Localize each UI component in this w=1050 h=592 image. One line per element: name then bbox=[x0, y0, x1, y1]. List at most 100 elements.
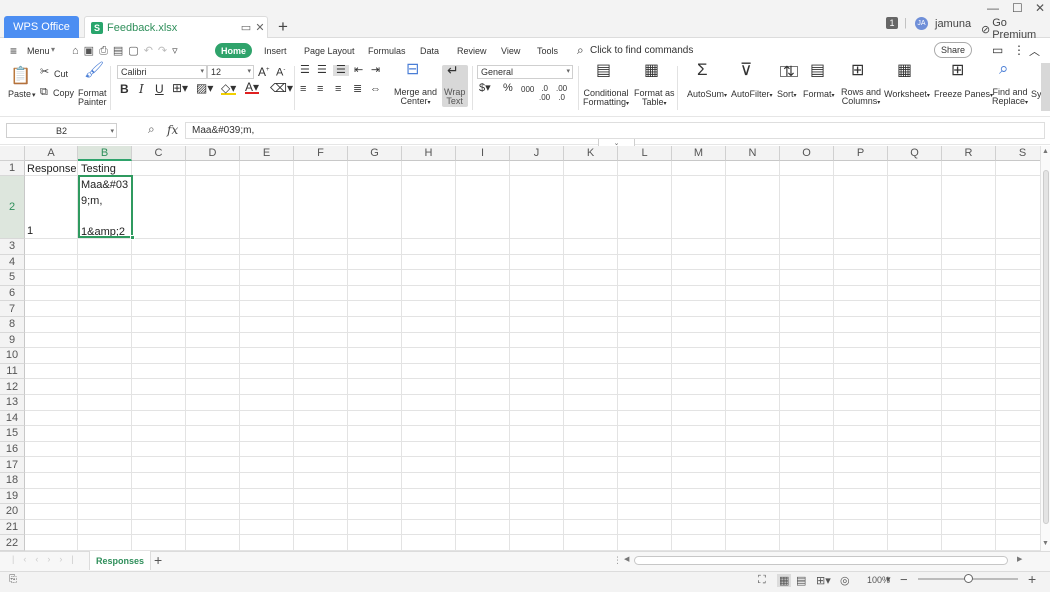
close-window-icon[interactable]: ✕ bbox=[1035, 1, 1045, 15]
open-folder-icon[interactable]: ⌂ bbox=[72, 45, 84, 57]
column-header-f[interactable]: F bbox=[294, 146, 348, 161]
increase-decimal-icon[interactable]: .0.00 bbox=[539, 84, 550, 102]
add-sheet-button[interactable]: + bbox=[154, 552, 162, 568]
column-header-l[interactable]: L bbox=[618, 146, 672, 161]
select-all-corner[interactable] bbox=[0, 146, 25, 161]
row-header-16[interactable]: 16 bbox=[0, 441, 25, 458]
quick-access-toolbar[interactable]: ⌂▣⎙▤▢↶↷▿ bbox=[72, 44, 183, 58]
sort-button[interactable]: Sort▾ bbox=[777, 90, 797, 101]
share-button[interactable]: Share bbox=[934, 42, 972, 58]
increase-indent-icon[interactable]: ⇥ bbox=[371, 65, 380, 76]
page-break-view-icon[interactable]: ▤ bbox=[796, 574, 806, 587]
column-header-o[interactable]: O bbox=[780, 146, 834, 161]
column-header-b[interactable]: B bbox=[78, 146, 132, 161]
new-tab-button[interactable]: + bbox=[278, 17, 288, 37]
sigma-icon[interactable]: Σ bbox=[697, 61, 708, 78]
column-header-a[interactable]: A bbox=[25, 146, 78, 161]
wps-office-tab[interactable]: WPS Office bbox=[4, 16, 79, 38]
document-tab[interactable]: S Feedback.xlsx ▭ ✕ bbox=[84, 16, 268, 38]
vertical-scroll-thumb[interactable] bbox=[1043, 170, 1049, 524]
format-button[interactable]: Format▾ bbox=[803, 90, 835, 101]
align-right-icon[interactable]: ≡ bbox=[335, 84, 341, 95]
row-header-14[interactable]: 14 bbox=[0, 410, 25, 427]
align-bottom-icon[interactable]: ☰ bbox=[333, 65, 349, 76]
decrease-indent-icon[interactable]: ⇤ bbox=[354, 65, 363, 76]
tab-data[interactable]: Data bbox=[420, 46, 439, 56]
row-header-2[interactable]: 2 bbox=[0, 176, 25, 239]
paste-dropdown-icon[interactable]: ▾ bbox=[32, 91, 36, 100]
row-header-5[interactable]: 5 bbox=[0, 270, 25, 286]
monitor-icon[interactable]: ▭ bbox=[239, 21, 253, 34]
scroll-up-icon[interactable]: ▲ bbox=[1042, 148, 1049, 155]
bold-icon[interactable]: B bbox=[120, 83, 129, 95]
comment-icon[interactable]: ▭ bbox=[992, 43, 1003, 57]
align-top-icon[interactable]: ☰ bbox=[300, 65, 310, 76]
print-icon[interactable]: ▤ bbox=[113, 45, 128, 57]
font-name-select[interactable]: Calibri ▾ bbox=[117, 65, 207, 79]
prev-sheet-icon[interactable]: ‹ bbox=[35, 554, 47, 564]
format-as-table-button[interactable]: Format as Table▾ bbox=[634, 89, 675, 109]
column-header-r[interactable]: R bbox=[942, 146, 996, 161]
row-header-3[interactable]: 3 bbox=[0, 239, 25, 255]
tab-view[interactable]: View bbox=[501, 46, 520, 56]
scroll-right-icon[interactable]: ▶ bbox=[1017, 555, 1022, 563]
filter-icon[interactable]: ⊽ bbox=[740, 61, 752, 78]
row-header-20[interactable]: 20 bbox=[0, 504, 25, 520]
spreadsheet-grid[interactable]: ABCDEFGHIJKLMNOPQRS 1 2 3 4 5 6 7 8 9 10 11 12 13 14 1… bbox=[0, 146, 1040, 551]
row-header-6[interactable]: 6 bbox=[0, 285, 25, 302]
customize-icon[interactable]: ▿ bbox=[172, 45, 183, 57]
sheet-tab-responses[interactable]: Responses bbox=[89, 551, 151, 570]
currency-icon[interactable]: $▾ bbox=[479, 83, 491, 94]
row-header-15[interactable]: 15 bbox=[0, 426, 25, 442]
column-header-m[interactable]: M bbox=[672, 146, 726, 161]
horizontal-scrollbar[interactable] bbox=[634, 556, 1008, 565]
row-header-13[interactable]: 13 bbox=[0, 395, 25, 411]
save-icon[interactable]: ▣ bbox=[84, 45, 99, 57]
number-format-select[interactable]: General ▾ bbox=[477, 65, 573, 79]
italic-icon[interactable]: I bbox=[139, 83, 144, 95]
find-icon[interactable]: ⌕ bbox=[999, 60, 1009, 77]
format-painter-button[interactable]: Format Painter bbox=[78, 89, 107, 107]
tab-formulas[interactable]: Formulas bbox=[368, 46, 406, 56]
zoom-out-icon[interactable]: − bbox=[900, 572, 908, 587]
worksheet-button[interactable]: Worksheet▾ bbox=[884, 90, 930, 101]
scissors-icon[interactable]: ✂ bbox=[40, 67, 49, 78]
paste-icon[interactable]: 📋 bbox=[10, 66, 31, 86]
row-header-18[interactable]: 18 bbox=[0, 473, 25, 489]
decrease-decimal-icon[interactable]: .00.0 bbox=[556, 84, 567, 102]
minimize-icon[interactable]: — bbox=[987, 1, 999, 15]
fx-icon[interactable]: fx bbox=[167, 123, 178, 137]
thousands-separator-icon[interactable]: 000 bbox=[521, 85, 534, 94]
scroll-down-icon[interactable]: ▼ bbox=[1042, 540, 1049, 547]
zoom-dropdown-icon[interactable]: ▾ bbox=[886, 574, 891, 585]
merge-center-button[interactable]: Merge and Center▾ bbox=[394, 88, 437, 108]
macro-icon[interactable]: ⎘ bbox=[9, 574, 17, 585]
find-replace-button[interactable]: Find and Replace▾ bbox=[992, 88, 1028, 108]
menu-button[interactable]: Menu bbox=[27, 46, 50, 56]
column-header-p[interactable]: P bbox=[834, 146, 888, 161]
copy-icon[interactable]: ⧉ bbox=[40, 87, 48, 98]
row-header-11[interactable]: 11 bbox=[0, 363, 25, 380]
cell-a2[interactable]: 1 bbox=[27, 225, 33, 237]
maximize-icon[interactable]: ☐ bbox=[1012, 1, 1023, 15]
tab-insert[interactable]: Insert bbox=[264, 46, 287, 56]
font-size-select[interactable]: 12 ▾ bbox=[207, 65, 254, 79]
print-preview-icon[interactable]: ▢ bbox=[128, 45, 143, 57]
eye-protection-icon[interactable]: ◎ bbox=[840, 574, 850, 587]
hamburger-icon[interactable]: ≡ bbox=[10, 44, 17, 58]
vertical-scrollbar[interactable]: ▲ ▼ bbox=[1040, 146, 1050, 551]
tab-page-layout[interactable]: Page Layout bbox=[304, 46, 355, 56]
merge-center-icon[interactable]: ⊟ bbox=[406, 62, 419, 78]
fullscreen-icon[interactable]: ⛶ bbox=[758, 574, 766, 587]
column-header-c[interactable]: C bbox=[132, 146, 186, 161]
tab-home[interactable]: Home bbox=[215, 43, 252, 58]
zoom-in-icon[interactable]: + bbox=[1028, 571, 1036, 587]
rows-columns-icon[interactable]: ⊞ bbox=[851, 63, 864, 79]
format-as-table-icon[interactable]: ▦ bbox=[644, 63, 659, 79]
clear-format-icon[interactable]: ⌫▾ bbox=[270, 82, 293, 94]
wrap-text-button[interactable]: Wrap Text bbox=[444, 88, 465, 106]
format-painter-icon[interactable]: 🖌 bbox=[84, 63, 104, 79]
column-header-q[interactable]: Q bbox=[888, 146, 942, 161]
align-middle-icon[interactable]: ☰ bbox=[317, 65, 327, 76]
column-header-h[interactable]: H bbox=[402, 146, 456, 161]
